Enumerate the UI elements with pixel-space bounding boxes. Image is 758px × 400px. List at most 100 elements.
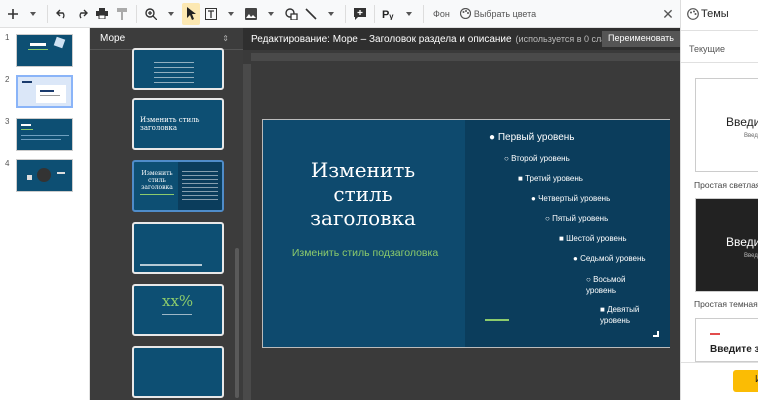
toolbar: Pᵧ Фон Выбрать цвета xyxy=(0,0,680,28)
chevron-down-icon[interactable] xyxy=(262,3,280,25)
expand-icon[interactable]: ⇕ xyxy=(222,34,229,43)
plus-icon[interactable] xyxy=(4,3,22,25)
theme-name-label: Море xyxy=(100,33,126,44)
palette-icon xyxy=(459,8,471,19)
line-icon[interactable] xyxy=(302,3,320,25)
level-6[interactable]: ■ Шестой уровень xyxy=(559,234,627,243)
svg-text:Pᵧ: Pᵧ xyxy=(382,9,394,20)
toolbar-divider xyxy=(136,4,137,23)
choose-colors-label: Выбрать цвета xyxy=(473,8,537,19)
bullet-circle-icon: ○ xyxy=(504,154,512,163)
redo-icon[interactable] xyxy=(73,3,91,25)
bullet-square-icon: ■ xyxy=(600,305,608,314)
divider xyxy=(681,30,758,31)
close-icon[interactable]: ✕ xyxy=(660,6,676,22)
bullet-disc-icon: ● xyxy=(489,132,498,143)
toolbar-divider xyxy=(423,4,424,23)
slide-number-mark xyxy=(653,331,659,337)
slide-number: 3 xyxy=(5,117,10,126)
background-button[interactable]: Фон xyxy=(429,3,454,25)
level-5-label: Пятый уровень xyxy=(552,214,609,223)
layout-thumbnail-selected[interactable]: Изменить стиль заголовка xyxy=(132,160,224,212)
bullet-disc-icon: ● xyxy=(531,194,539,203)
theme-label-light: Простая светлая xyxy=(694,180,758,190)
themes-panel: Темы Текущие Введи Введ Простая светлая … xyxy=(680,0,758,400)
placeholder-icon[interactable]: Pᵧ xyxy=(380,3,398,25)
theme-card-third[interactable]: Введите з xyxy=(695,318,758,362)
paint-format-icon[interactable] xyxy=(113,3,131,25)
divider xyxy=(681,62,758,63)
slide-subtitle[interactable]: Изменить стиль подзаголовка xyxy=(273,247,457,259)
level-6-label: Шестой уровень xyxy=(566,234,627,243)
level-4[interactable]: ● Четвертый уровень xyxy=(531,194,610,203)
toolbar-divider xyxy=(345,4,346,23)
layout-thumbnail[interactable] xyxy=(132,346,224,398)
theme-card-light[interactable]: Введи Введ xyxy=(695,78,758,172)
toolbar-divider xyxy=(47,4,48,23)
bullet-circle-icon: ○ xyxy=(545,214,553,223)
slide-thumbnail-3[interactable] xyxy=(16,118,73,151)
layout-title-text: Изменить стиль заголовка xyxy=(140,116,200,132)
chevron-down-icon[interactable] xyxy=(322,3,340,25)
bullet-square-icon: ■ xyxy=(518,174,526,183)
editor-title: Редактирование: Море – Заголовок раздела… xyxy=(251,33,512,45)
layout-thumbnail[interactable]: xx% xyxy=(132,284,224,336)
theme-label-dark: Простая темная xyxy=(694,299,758,309)
layout-thumbnail[interactable] xyxy=(132,48,224,90)
level-1[interactable]: ● Первый уровень xyxy=(489,132,575,143)
rename-button[interactable]: Переименовать xyxy=(602,31,680,47)
chevron-down-icon[interactable] xyxy=(162,3,180,25)
layout-thumbnail[interactable] xyxy=(132,222,224,274)
theme-card-headline: Введите з xyxy=(710,344,758,355)
themes-title: Темы xyxy=(701,8,729,20)
level-5[interactable]: ○ Пятый уровень xyxy=(545,214,608,223)
slide-thumbnail-2[interactable] xyxy=(16,75,73,108)
chevron-down-icon[interactable] xyxy=(24,3,42,25)
toolbar-divider xyxy=(374,4,375,23)
slide-canvas[interactable]: Изменить стиль заголовка Изменить стиль … xyxy=(262,119,670,348)
textbox-icon[interactable] xyxy=(202,3,220,25)
image-icon[interactable] xyxy=(242,3,260,25)
theme-card-dark[interactable]: Введи Введ xyxy=(695,198,758,292)
horizontal-ruler xyxy=(251,53,680,61)
bullet-square-icon: ■ xyxy=(559,234,567,243)
slide-thumbnail-4[interactable] xyxy=(16,159,73,192)
palette-icon xyxy=(687,8,699,20)
choose-colors-button[interactable]: Выбрать цвета xyxy=(456,3,540,25)
level-7[interactable]: ● Седьмой уровень xyxy=(573,254,646,263)
theme-card-sub: Введ xyxy=(744,253,758,259)
bullet-circle-icon: ○ xyxy=(586,275,594,284)
zoom-icon[interactable] xyxy=(142,3,160,25)
chevron-down-icon[interactable] xyxy=(222,3,240,25)
theme-card-headline: Введи xyxy=(726,115,758,129)
layouts-panel: Море ⇕ Изменить стиль заголовка Изменить… xyxy=(90,28,243,400)
slide-title[interactable]: Изменить стиль заголовка xyxy=(283,158,443,230)
comment-icon[interactable] xyxy=(351,3,369,25)
slide-number: 1 xyxy=(5,33,10,42)
level-3[interactable]: ■ Третий уровень xyxy=(518,174,583,183)
layout-thumbnail[interactable]: Изменить стиль заголовка xyxy=(132,98,224,150)
layout-editor: Редактирование: Море – Заголовок раздела… xyxy=(243,28,680,400)
import-theme-button[interactable]: И xyxy=(733,370,758,392)
cursor-icon[interactable] xyxy=(182,2,200,25)
shape-icon[interactable] xyxy=(282,3,300,25)
level-9[interactable]: ■ Девятый уровень xyxy=(600,304,656,326)
editor-header: Редактирование: Море – Заголовок раздела… xyxy=(243,28,680,50)
theme-card-headline: Введи xyxy=(726,235,758,249)
undo-icon[interactable] xyxy=(53,3,71,25)
print-icon[interactable] xyxy=(93,3,111,25)
theme-name: Море ⇕ xyxy=(90,28,243,50)
bullet-disc-icon: ● xyxy=(573,254,581,263)
level-8[interactable]: ○ Восьмой уровень xyxy=(586,274,646,296)
chevron-down-icon[interactable] xyxy=(400,3,418,25)
accent-line xyxy=(485,319,509,321)
level-7-label: Седьмой уровень xyxy=(580,254,646,263)
slide-number: 2 xyxy=(5,75,10,84)
level-2-label: Второй уровень xyxy=(511,154,570,163)
layout-title-text: Изменить стиль заголовка xyxy=(141,170,173,191)
level-2[interactable]: ○ Второй уровень xyxy=(504,154,570,163)
slide-thumbnail-1[interactable] xyxy=(16,34,73,67)
level-4-label: Четвертый уровень xyxy=(538,194,611,203)
scrollbar[interactable] xyxy=(235,248,239,398)
level-3-label: Третий уровень xyxy=(525,174,583,183)
